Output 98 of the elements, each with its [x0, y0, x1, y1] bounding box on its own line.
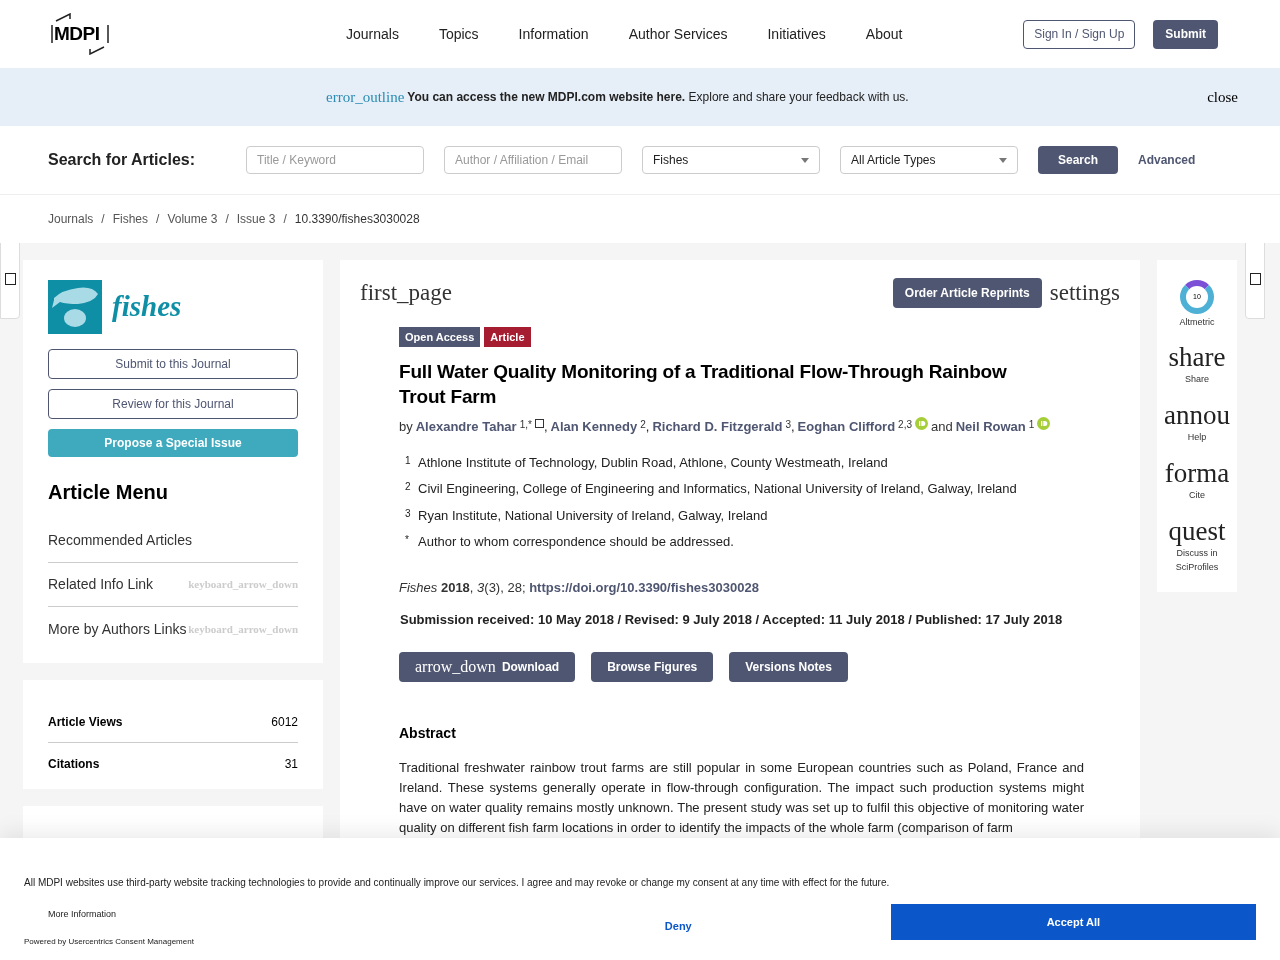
notice-icon-text: error_outline	[326, 87, 405, 107]
comma-text: ,	[791, 418, 795, 436]
abstract-heading: Abstract	[399, 723, 457, 743]
orcid-icon[interactable]	[1037, 417, 1051, 430]
tool-icon-text[interactable]: quest	[1168, 515, 1226, 546]
mdpi-logo[interactable]: MDPI	[48, 13, 112, 55]
tool-label: Discuss in SciProfiles	[1174, 546, 1220, 574]
caret-icon	[801, 157, 809, 163]
nav-link[interactable]: About	[865, 23, 903, 45]
affiliation-text: Athlone Institute of Technology, Dublin Road, Athlone, County Westmeath, Ireland	[418, 453, 888, 472]
author-link[interactable]: Richard D. Fitzgerald	[652, 417, 783, 437]
article-badge: Open Access	[399, 326, 481, 347]
tool-icon-text[interactable]: forma	[1164, 457, 1230, 488]
breadcrumb-separator: /	[225, 211, 229, 228]
affiliation-text: Author to whom correspondence should be addressed.	[418, 533, 734, 551]
breadcrumb-separator: /	[156, 211, 160, 228]
action-button[interactable]: Versions Notes	[729, 651, 848, 682]
affiliation-mark: 3	[405, 506, 411, 521]
side-tab-icon	[4, 273, 16, 285]
caret-icon	[999, 157, 1007, 163]
search-field[interactable]: Author / Affiliation / Email	[444, 146, 622, 174]
comma-text: ,	[645, 418, 650, 436]
article-title: Full Water Quality Monitoring of a Traditional Flow-Through Rainbow Trout Farm	[399, 360, 1008, 409]
dates-text: Submission received: 10 May 2018 / Revised: 9 July 2018 / Accepted: 11 July 2018 / Published: 17 July 2018	[399, 611, 1064, 629]
menu-title: Article Menu	[48, 480, 170, 505]
search-button[interactable]: Search	[1038, 146, 1118, 174]
author-sup: 3	[785, 418, 791, 432]
select-field[interactable]: Fishes	[642, 146, 820, 174]
tool-label: Cite	[1188, 488, 1206, 502]
nav-link[interactable]: Initiatives	[767, 23, 826, 45]
action-button[interactable]: arrow_down Download	[399, 651, 576, 682]
stat-label: Citations	[48, 755, 100, 773]
nav-link[interactable]: Information	[518, 23, 589, 45]
nav-link[interactable]: Topics	[438, 23, 479, 45]
search-field[interactable]: Title / Keyword	[246, 146, 424, 174]
deny-button[interactable]: Deny	[623, 914, 733, 938]
select-field[interactable]: All Article Types	[840, 146, 1018, 174]
settings-icon-text[interactable]: settings	[1049, 276, 1120, 311]
sign-in-button[interactable]: Sign In / Sign Up	[1023, 19, 1136, 49]
author-sup: 2	[640, 418, 646, 432]
author-link[interactable]: Alan Kennedy	[550, 417, 638, 437]
tool-icon-text[interactable]: annou	[1164, 399, 1230, 430]
tool-label: Share	[1184, 372, 1210, 386]
breadcrumb-separator: /	[283, 211, 287, 228]
reprints-button[interactable]: Order Article Reprints	[892, 278, 1042, 309]
action-button[interactable]: Browse Figures	[591, 651, 714, 682]
search-label: Search for Articles:	[48, 150, 196, 170]
notice-link[interactable]: You can access the new MDPI.com website here.	[407, 90, 686, 104]
breadcrumb-link[interactable]: Volume 3	[167, 210, 218, 228]
more-info-link[interactable]: More Information	[24, 908, 194, 922]
side-tab-icon	[1249, 273, 1261, 285]
breadcrumb-link[interactable]: Fishes	[112, 210, 149, 228]
author-link[interactable]: Alexandre Tahar	[415, 417, 517, 437]
tool-label: Help	[1186, 430, 1208, 444]
by-text: by	[399, 418, 413, 436]
author-link[interactable]: Neil Rowan	[955, 417, 1026, 437]
powered-text: Powered by Usercentrics Consent Management	[24, 935, 194, 948]
stat-value: 6012	[271, 714, 298, 731]
first-page-icon-text[interactable]: first_page	[360, 276, 452, 311]
breadcrumb-separator: /	[101, 211, 105, 228]
affiliation-text: Ryan Institute, National University of Ireland, Galway, Ireland	[418, 506, 768, 525]
advanced-link[interactable]: Advanced	[1138, 151, 1196, 169]
tool-icon-text[interactable]: share	[1168, 341, 1226, 372]
journal-button[interactable]: Review for this Journal	[48, 389, 298, 419]
doi-link[interactable]: https://doi.org/10.3390/fishes3030028	[529, 579, 759, 595]
nav-link[interactable]: Author Services	[628, 23, 728, 45]
author-sup: 2,3	[898, 418, 912, 432]
stat-value: 31	[284, 755, 298, 773]
breadcrumb-link[interactable]: Issue 3	[236, 210, 276, 228]
journal-button[interactable]: Submit to this Journal	[48, 349, 298, 379]
menu-link[interactable]: Recommended Articles	[48, 530, 192, 551]
author-sup: 1	[1028, 418, 1035, 432]
fish-logo-icon	[48, 280, 102, 334]
orcid-icon[interactable]	[915, 417, 928, 430]
breadcrumb-link[interactable]: 10.3390/fishes3030028	[294, 210, 420, 228]
citation-text: Fishes 2018, 3(3), 28;	[399, 579, 526, 595]
affiliation-mark: 2	[405, 480, 411, 494]
stat-label: Article Views	[48, 714, 123, 731]
comma-text: ,	[543, 418, 548, 436]
breadcrumb-link[interactable]: Journals	[48, 210, 94, 228]
abstract-text: Traditional freshwater rainbow trout farms are still popular in some European countries such as Poland, France and Ireland. These systems generally operate in flow-through configuration. The impact such production systems might have on water quality remains mostly unknown. The present study was set up to fulfil this objective of monitoring water quality on different fish farm locations in order to identify the impacts of the whole farm (comparison of farm	[399, 758, 1084, 837]
affiliation-text: Civil Engineering, College of Engineering and Informatics, National University of Ireland, Galway, Ireland	[418, 480, 1017, 498]
notice-text: You can access the new MDPI.com website here. Explore and share your feedback with us.	[407, 89, 909, 106]
affiliation-mark: *	[405, 533, 410, 547]
close-button[interactable]: close	[1207, 85, 1238, 109]
author-link[interactable]: Eoghan Clifford	[797, 417, 896, 437]
submit-button[interactable]: Submit	[1153, 19, 1218, 49]
author-sup: 1,*	[519, 418, 532, 432]
affiliation-mark: 1	[405, 453, 411, 468]
nav-link[interactable]: Journals	[346, 23, 399, 45]
tool-label: Altmetric	[1179, 316, 1215, 329]
and-text: and	[931, 418, 953, 436]
menu-link[interactable]: More by Authors Links	[48, 618, 187, 640]
cookie-text: All MDPI websites use third-party website tracking technologies to provide and continually improve our services. I agree and may revoke or change my consent at any time with effect for the future.	[24, 876, 891, 890]
menu-link[interactable]: Related Info Link	[48, 574, 154, 595]
article-badge: Article	[484, 326, 531, 347]
accept-button[interactable]: Accept All	[890, 904, 1256, 940]
journal-name[interactable]: fishes	[112, 285, 182, 329]
